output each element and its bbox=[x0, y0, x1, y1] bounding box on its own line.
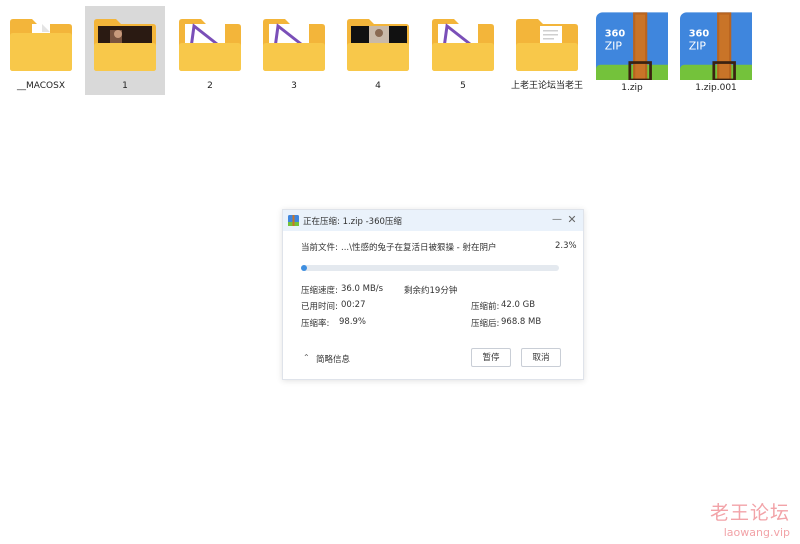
folder-item[interactable]: 1 bbox=[85, 6, 165, 95]
progress-bar bbox=[301, 265, 559, 271]
progress-bar-fill bbox=[301, 265, 307, 271]
file-label: __MACOSX bbox=[16, 81, 65, 91]
folder-item[interactable]: 3 bbox=[254, 6, 334, 95]
compress-progress-dialog: 正在压缩: 1.zip -360压缩 — ✕ 当前文件: ...\性感的兔子在复… bbox=[282, 209, 584, 380]
folder-icon bbox=[10, 19, 72, 71]
zip-archive-icon: 360 ZIP bbox=[596, 12, 668, 80]
folder-icon bbox=[432, 19, 494, 71]
folder-item[interactable]: __MACOSX bbox=[1, 6, 81, 95]
file-label: 1.zip bbox=[621, 83, 643, 93]
svg-text:ZIP: ZIP bbox=[689, 39, 707, 52]
cancel-button[interactable]: 取消 bbox=[521, 348, 561, 367]
folder-icon bbox=[94, 19, 156, 71]
file-label: 上老王论坛当老王 bbox=[511, 81, 584, 91]
minimize-icon[interactable]: — bbox=[551, 213, 563, 227]
folder-item[interactable]: 5 bbox=[423, 6, 503, 95]
brief-info-toggle[interactable]: 简略信息 bbox=[316, 353, 350, 365]
progress-percent: 2.3% bbox=[555, 241, 577, 251]
file-label: 1.zip.001 bbox=[695, 83, 737, 93]
file-grid: __MACOSX 1 2 3 4 5 上老王论坛当老王 360 ZIP 1.zi… bbox=[0, 0, 800, 100]
elapsed-label: 已用时间: bbox=[301, 302, 338, 312]
watermark: 老王论坛 laowang.vip bbox=[650, 498, 790, 539]
chevron-up-icon[interactable]: ⌃ bbox=[303, 353, 310, 362]
folder-icon bbox=[179, 19, 241, 71]
zip-archive-icon: 360 ZIP bbox=[680, 12, 752, 80]
elapsed-value: 00:27 bbox=[341, 300, 366, 310]
zip-item[interactable]: 360 ZIP 1.zip.001 bbox=[676, 6, 756, 95]
watermark-title: 老王论坛 bbox=[709, 502, 790, 524]
folder-item[interactable]: 4 bbox=[338, 6, 418, 95]
close-icon[interactable]: ✕ bbox=[566, 213, 578, 227]
dialog-title: 正在压缩: 1.zip -360压缩 bbox=[303, 217, 402, 227]
360zip-app-icon bbox=[288, 215, 299, 226]
remaining-time: 剩余约19分钟 bbox=[404, 286, 458, 296]
ratio-label: 压缩率: bbox=[301, 319, 330, 329]
file-label: 2 bbox=[207, 81, 213, 91]
file-label: 1 bbox=[122, 81, 128, 91]
current-file-name: ...\性感的兔子在复活日被狠操 - 射在阴户 bbox=[341, 243, 497, 253]
watermark-url: laowang.vip bbox=[723, 526, 790, 539]
folder-icon bbox=[263, 19, 325, 71]
svg-text:360: 360 bbox=[605, 28, 626, 39]
size-before-value: 42.0 GB bbox=[501, 300, 536, 310]
size-after-label: 压缩后: bbox=[471, 319, 500, 329]
svg-text:360: 360 bbox=[689, 28, 710, 39]
speed-label: 压缩速度: bbox=[301, 286, 338, 296]
speed-value: 36.0 MB/s bbox=[341, 284, 384, 294]
size-before-label: 压缩前: bbox=[471, 302, 500, 312]
dialog-titlebar[interactable]: 正在压缩: 1.zip -360压缩 — ✕ bbox=[283, 210, 583, 231]
folder-icon bbox=[516, 19, 578, 71]
current-file-label: 当前文件: bbox=[301, 243, 338, 253]
pause-button[interactable]: 暂停 bbox=[471, 348, 511, 367]
folder-icon bbox=[347, 19, 409, 71]
folder-item[interactable]: 2 bbox=[170, 6, 250, 95]
folder-item[interactable]: 上老王论坛当老王 bbox=[507, 6, 587, 95]
zip-item[interactable]: 360 ZIP 1.zip bbox=[592, 6, 672, 95]
size-after-value: 968.8 MB bbox=[501, 317, 542, 327]
svg-text:ZIP: ZIP bbox=[605, 39, 623, 52]
ratio-value: 98.9% bbox=[339, 317, 367, 327]
file-label: 5 bbox=[460, 81, 466, 91]
file-label: 3 bbox=[291, 81, 297, 91]
file-label: 4 bbox=[375, 81, 381, 91]
